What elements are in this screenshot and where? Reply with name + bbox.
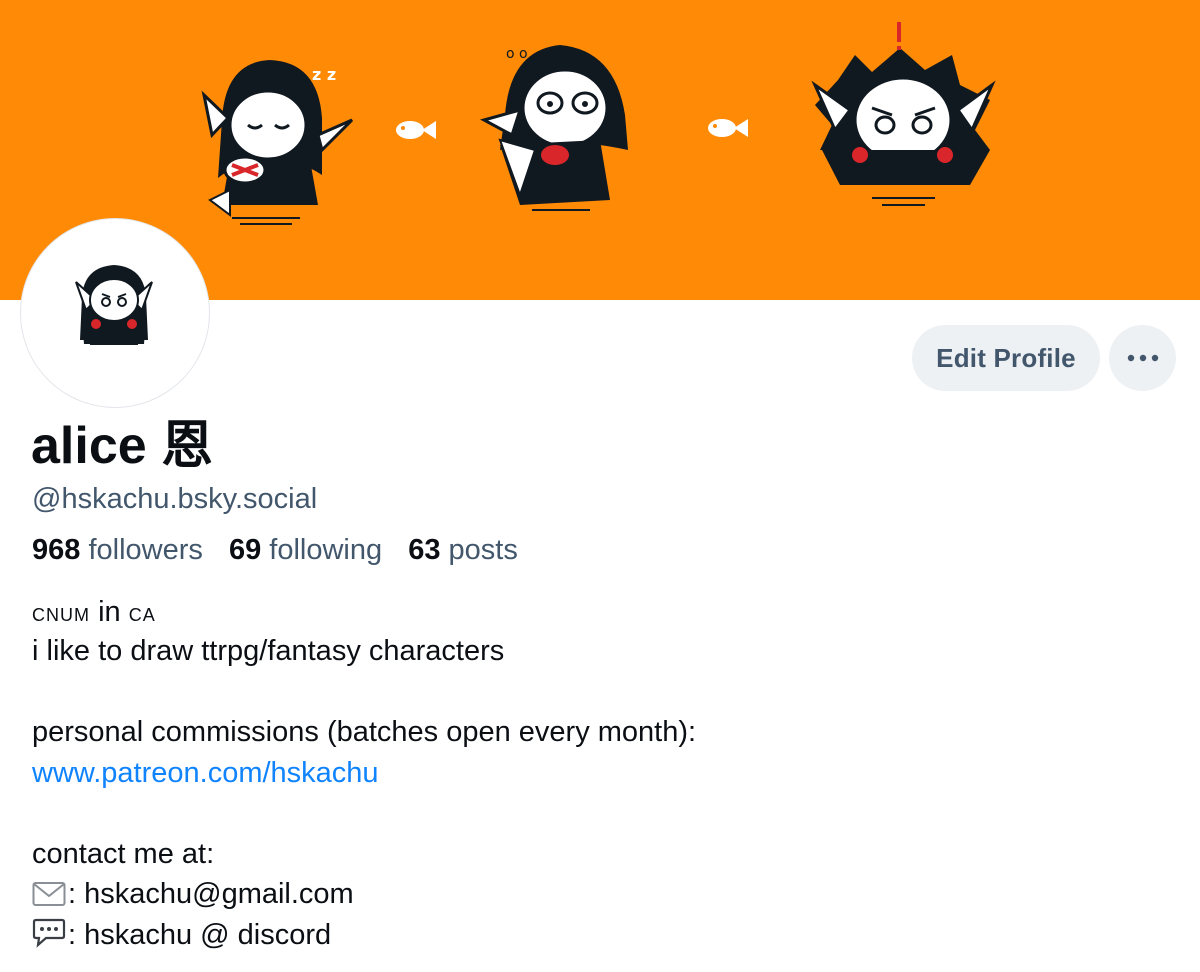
- avatar-illustration: [75, 265, 153, 345]
- posts-count: 63: [408, 534, 441, 566]
- svg-text:z z: z z: [312, 65, 336, 84]
- followers-count: 968: [32, 534, 81, 566]
- bio-line-intro: i like to draw ttrpg/fantasy characters: [32, 635, 505, 667]
- banner-fish-left: [396, 121, 436, 139]
- banner-character-angry: [811, 22, 996, 206]
- avatar[interactable]: [21, 219, 209, 407]
- edit-profile-label: Edit Profile: [936, 342, 1076, 373]
- following-label: following: [269, 534, 383, 566]
- followers-stat[interactable]: 968 followers: [32, 534, 211, 566]
- posts-label: posts: [448, 534, 518, 566]
- profile-stats: 968 followers 69 following 63 posts: [32, 532, 536, 568]
- followers-label: followers: [88, 534, 203, 566]
- bio-location-b: in: [98, 596, 121, 628]
- banner-character-surprised: o o: [479, 45, 628, 211]
- following-count: 69: [228, 534, 262, 566]
- bio-location-a: cnum: [32, 597, 90, 627]
- banner-character-sleeping: z z: [201, 60, 354, 225]
- bio-location-c: ca: [128, 597, 156, 627]
- posts-stat: 63 posts: [408, 534, 518, 566]
- profile-handle[interactable]: @hskachu.bsky.social: [32, 481, 317, 517]
- bio-line-contact: contact me at:: [32, 838, 215, 870]
- ellipsis-icon: [1127, 354, 1158, 362]
- bio-line-email: : hskachu@gmail.com: [32, 874, 354, 914]
- profile-page: z z o o Edit Profile alice 恩 @hskachu.bs…: [0, 0, 1200, 972]
- bio-email[interactable]: : hskachu@gmail.com: [68, 878, 354, 910]
- banner-fish-right: [708, 119, 748, 137]
- speech-bubble-icon: [32, 918, 66, 948]
- more-options-button[interactable]: [1109, 325, 1176, 391]
- bio-discord: : hskachu @ discord: [68, 919, 332, 951]
- envelope-icon: [32, 882, 66, 906]
- bio-line-commissions: personal commissions (batches open every…: [32, 716, 697, 748]
- display-name: alice 恩: [31, 417, 214, 475]
- svg-text:o o: o o: [506, 46, 528, 62]
- bio-patreon-link[interactable]: www.patreon.com/hskachu: [32, 753, 379, 793]
- bio-line-discord: : hskachu @ discord: [32, 915, 331, 955]
- edit-profile-button[interactable]: Edit Profile: [912, 325, 1100, 391]
- bio-line-location: cnum in ca: [32, 592, 156, 632]
- following-stat[interactable]: 69 following: [229, 534, 390, 566]
